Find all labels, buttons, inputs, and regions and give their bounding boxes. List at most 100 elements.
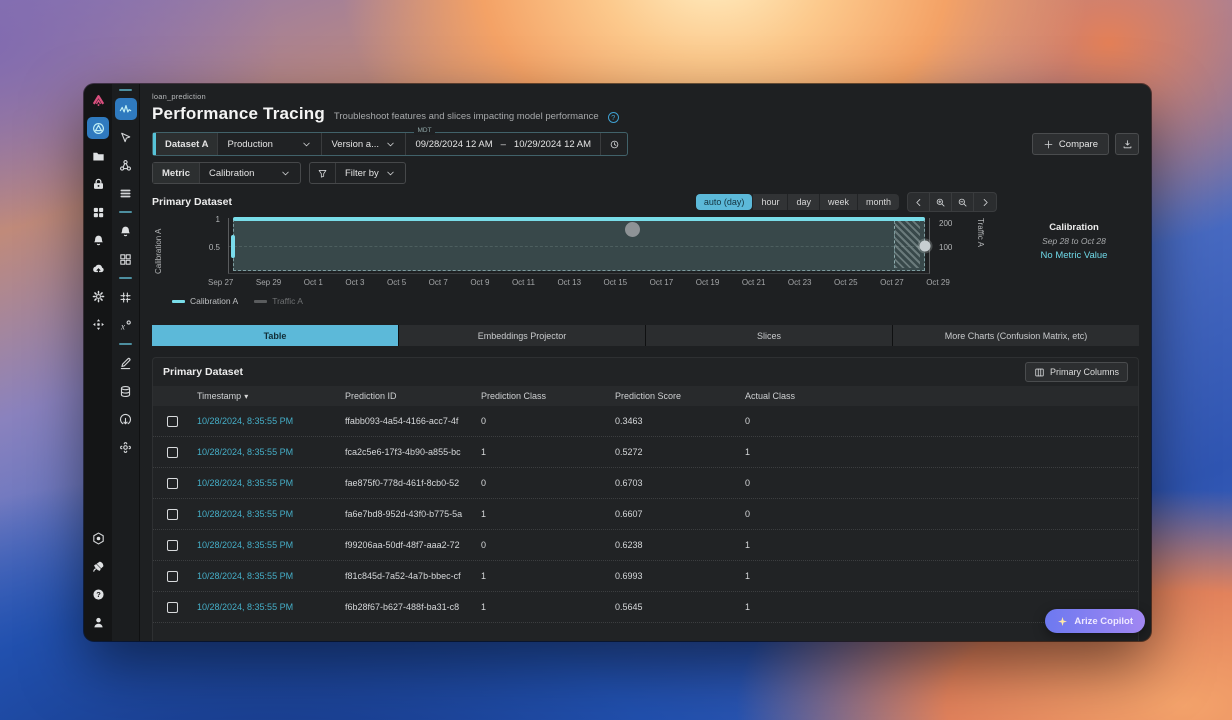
spaces-globe-icon[interactable] — [87, 117, 109, 139]
row-checkbox[interactable] — [167, 539, 178, 551]
actual-class-cell: 0 — [745, 509, 751, 519]
view-tab[interactable]: Table — [152, 325, 398, 346]
time-range-brush[interactable] — [233, 219, 925, 271]
view-tab[interactable]: Embeddings Projector — [399, 325, 645, 346]
row-checkbox[interactable] — [167, 415, 178, 427]
x-tick: Oct 29 — [926, 278, 950, 287]
granularity-button[interactable]: day — [788, 194, 819, 210]
user-icon[interactable] — [87, 611, 109, 633]
prediction-score-cell: 0.6238 — [615, 540, 643, 550]
column-header-prediction-id[interactable]: Prediction ID — [345, 391, 481, 401]
settings-gear-icon[interactable] — [87, 285, 109, 307]
column-header-prediction-score[interactable]: Prediction Score — [615, 391, 745, 401]
table-row: 10/28/2024, 8:35:55 PM ffabb093-4a54-416… — [153, 406, 1138, 437]
time-history-button[interactable] — [601, 133, 627, 155]
brush-left-handle[interactable] — [231, 234, 235, 258]
granularity-button[interactable]: month — [857, 194, 899, 210]
arize-logo-icon[interactable] — [87, 89, 109, 111]
breadcrumb[interactable]: loan_prediction — [152, 92, 1139, 101]
timestamp-link[interactable]: 10/28/2024, 8:35:55 PM — [197, 447, 345, 457]
x-tick: Oct 21 — [741, 278, 766, 287]
row-checkbox[interactable] — [167, 446, 178, 458]
graph-nodes-icon[interactable] — [115, 154, 137, 176]
granularity-button[interactable]: auto (day) — [695, 194, 753, 210]
x-tick: Oct 7 — [428, 278, 448, 287]
download-button[interactable] — [1115, 133, 1139, 155]
svg-text:?: ? — [96, 590, 101, 599]
import-circle-icon[interactable] — [115, 408, 137, 430]
table-row: 10/28/2024, 8:35:55 PM fae875f0-778d-461… — [153, 468, 1138, 499]
y-tick: 1 — [215, 215, 220, 224]
cursor-icon[interactable] — [115, 126, 137, 148]
layers-icon[interactable] — [115, 182, 137, 204]
column-header-actual-class[interactable]: Actual Class — [745, 391, 1138, 401]
compare-button[interactable]: Compare — [1031, 133, 1109, 155]
timestamp-link[interactable]: 10/28/2024, 8:35:55 PM — [197, 509, 345, 519]
lock-case-icon[interactable] — [87, 173, 109, 195]
x-tick: Oct 19 — [695, 278, 720, 287]
zoom-in-button[interactable] — [930, 193, 952, 211]
view-tab[interactable]: Slices — [646, 325, 892, 346]
zoom-out-button[interactable] — [952, 193, 974, 211]
row-checkbox[interactable] — [167, 570, 178, 582]
timestamp-link[interactable]: 10/28/2024, 8:35:55 PM — [197, 416, 345, 426]
brush-right-handle[interactable] — [919, 240, 931, 251]
filter-by-dropdown[interactable]: Filter by — [336, 163, 405, 183]
actual-class-cell: 1 — [745, 540, 751, 550]
arize-copilot-button[interactable]: Arize Copilot — [1045, 609, 1145, 633]
timestamp-link[interactable]: 10/28/2024, 8:35:55 PM — [197, 540, 345, 550]
copilot-hexagon-icon[interactable] — [87, 527, 109, 549]
prediction-id-cell: f81c845d-7a52-4a7b-bbec-cf — [345, 571, 461, 581]
chevron-left-icon — [913, 197, 924, 208]
view-tabs: Table Embeddings Projector Slices More Char… — [152, 325, 1139, 346]
column-header-prediction-class[interactable]: Prediction Class — [481, 391, 615, 401]
pencil-icon[interactable] — [115, 352, 137, 374]
primary-columns-button[interactable]: Primary Columns — [1024, 362, 1128, 382]
granularity-button[interactable]: hour — [753, 194, 788, 210]
section-divider — [115, 276, 137, 280]
columns-icon — [1034, 367, 1045, 378]
bell-icon[interactable] — [87, 229, 109, 251]
database-icon[interactable] — [115, 380, 137, 402]
row-checkbox[interactable] — [167, 477, 178, 489]
pan-right-button[interactable] — [974, 193, 996, 211]
help-icon[interactable]: ? — [87, 583, 109, 605]
help-icon[interactable]: ? — [607, 112, 619, 123]
legend-item[interactable]: Traffic A — [254, 296, 303, 306]
primary-dataset-chart-section: Primary Dataset auto (day) hour day week mon… — [152, 192, 1139, 316]
prediction-id-cell: fa6e7bd8-952d-43f0-b775-5a — [345, 509, 463, 519]
summary-metric-value: No Metric Value — [1040, 250, 1108, 261]
chevron-right-icon — [980, 197, 991, 208]
environment-dropdown[interactable]: Production — [218, 133, 323, 155]
column-header-timestamp[interactable]: Timestamp — [197, 391, 345, 401]
granularity-button[interactable]: week — [819, 194, 857, 210]
bell-icon[interactable] — [115, 220, 137, 242]
legend-item[interactable]: Calibration A — [172, 296, 238, 306]
rocket-icon[interactable] — [87, 555, 109, 577]
row-checkbox[interactable] — [167, 508, 178, 520]
dashboard-grid-icon[interactable] — [115, 248, 137, 270]
download-icon — [1122, 139, 1133, 150]
slack-icon[interactable] — [115, 286, 137, 308]
metric-dropdown[interactable]: Calibration — [200, 163, 300, 183]
view-tab[interactable]: More Charts (Confusion Matrix, etc) — [893, 325, 1139, 346]
folder-icon[interactable] — [87, 145, 109, 167]
y-tick-right: 200 — [939, 219, 953, 228]
timestamp-link[interactable]: 10/28/2024, 8:35:55 PM — [197, 602, 345, 612]
timestamp-link[interactable]: 10/28/2024, 8:35:55 PM — [197, 571, 345, 581]
chevron-down-icon — [385, 139, 396, 150]
apps-grid-icon[interactable] — [87, 201, 109, 223]
sparkle-icon — [1057, 616, 1068, 627]
flower-gear-icon[interactable] — [115, 436, 137, 458]
date-range-input[interactable]: MDT 09/28/2024 12 AM – 10/29/2024 12 AM — [406, 127, 602, 155]
timestamp-link[interactable]: 10/28/2024, 8:35:55 PM — [197, 478, 345, 488]
performance-tracing-icon[interactable] — [114, 98, 137, 120]
pan-left-button[interactable] — [908, 193, 930, 211]
prediction-score-cell: 0.5645 — [615, 602, 643, 612]
formula-icon[interactable]: x — [115, 314, 137, 336]
cloud-upload-icon[interactable] — [87, 257, 109, 279]
deploy-arrows-icon[interactable] — [87, 313, 109, 335]
prediction-class-cell: 0 — [481, 540, 487, 550]
row-checkbox[interactable] — [167, 601, 178, 613]
version-dropdown[interactable]: Version a... — [322, 133, 407, 155]
